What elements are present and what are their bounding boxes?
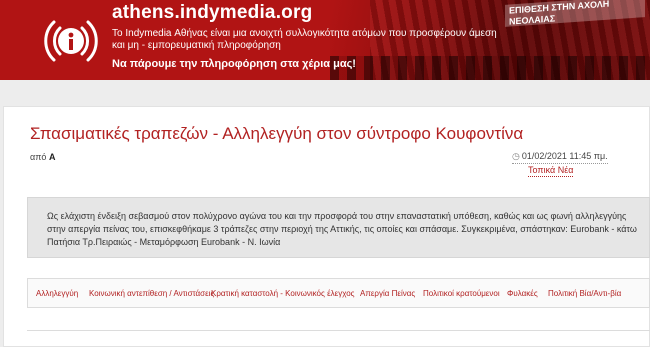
author-prefix: από xyxy=(30,152,47,162)
article-date: ◷ 01/02/2021 11:45 πμ. xyxy=(512,151,608,164)
author-name[interactable]: Α xyxy=(49,152,56,162)
article-title: Σπασιματικές τραπεζών - Αλληλεγγύη στον … xyxy=(30,124,524,143)
site-title[interactable]: athens.indymedia.org xyxy=(112,2,312,24)
date-text: 01/02/2021 11:45 πμ. xyxy=(521,151,608,161)
tag-link[interactable]: Πολιτική Βία/Αντι-βία xyxy=(548,289,621,298)
tag-link[interactable]: Αλληλεγγύη xyxy=(36,289,78,298)
tag-link[interactable]: Κρατική καταστολή - Κοινωνικός έλεγχος xyxy=(211,289,355,298)
tag-link[interactable]: Απεργία Πείνας xyxy=(360,289,415,298)
site-banner: ΕΠΙΘΕΣΗ ΣΤΗΝ ΑΧΟΛΗ ΝΕΟΛΑΙΑΣ athens.indym… xyxy=(0,0,650,80)
site-slogan: Να πάρουμε την πληροφόρηση στα χέρια μας… xyxy=(112,58,356,70)
article-author: από Α xyxy=(30,152,55,162)
article-category-link[interactable]: Τοπικά Νέα xyxy=(528,165,574,177)
tag-link[interactable]: Φυλακές xyxy=(507,289,538,298)
site-tagline: Το Indymedia Αθήνας είναι μια ανοιχτή συ… xyxy=(112,28,497,51)
article-body: Ως ελάχιστη ένδειξη σεβασμού στον πολύχρ… xyxy=(47,211,637,247)
clock-icon: ◷ xyxy=(512,151,520,161)
section-divider xyxy=(27,330,650,331)
indymedia-logo-icon[interactable] xyxy=(40,10,102,72)
tag-link[interactable]: Κοινωνική αντεπίθεση / Αντιστάσεις xyxy=(89,289,214,298)
tag-link[interactable]: Πολιτικοί κρατούμενοι xyxy=(423,289,500,298)
